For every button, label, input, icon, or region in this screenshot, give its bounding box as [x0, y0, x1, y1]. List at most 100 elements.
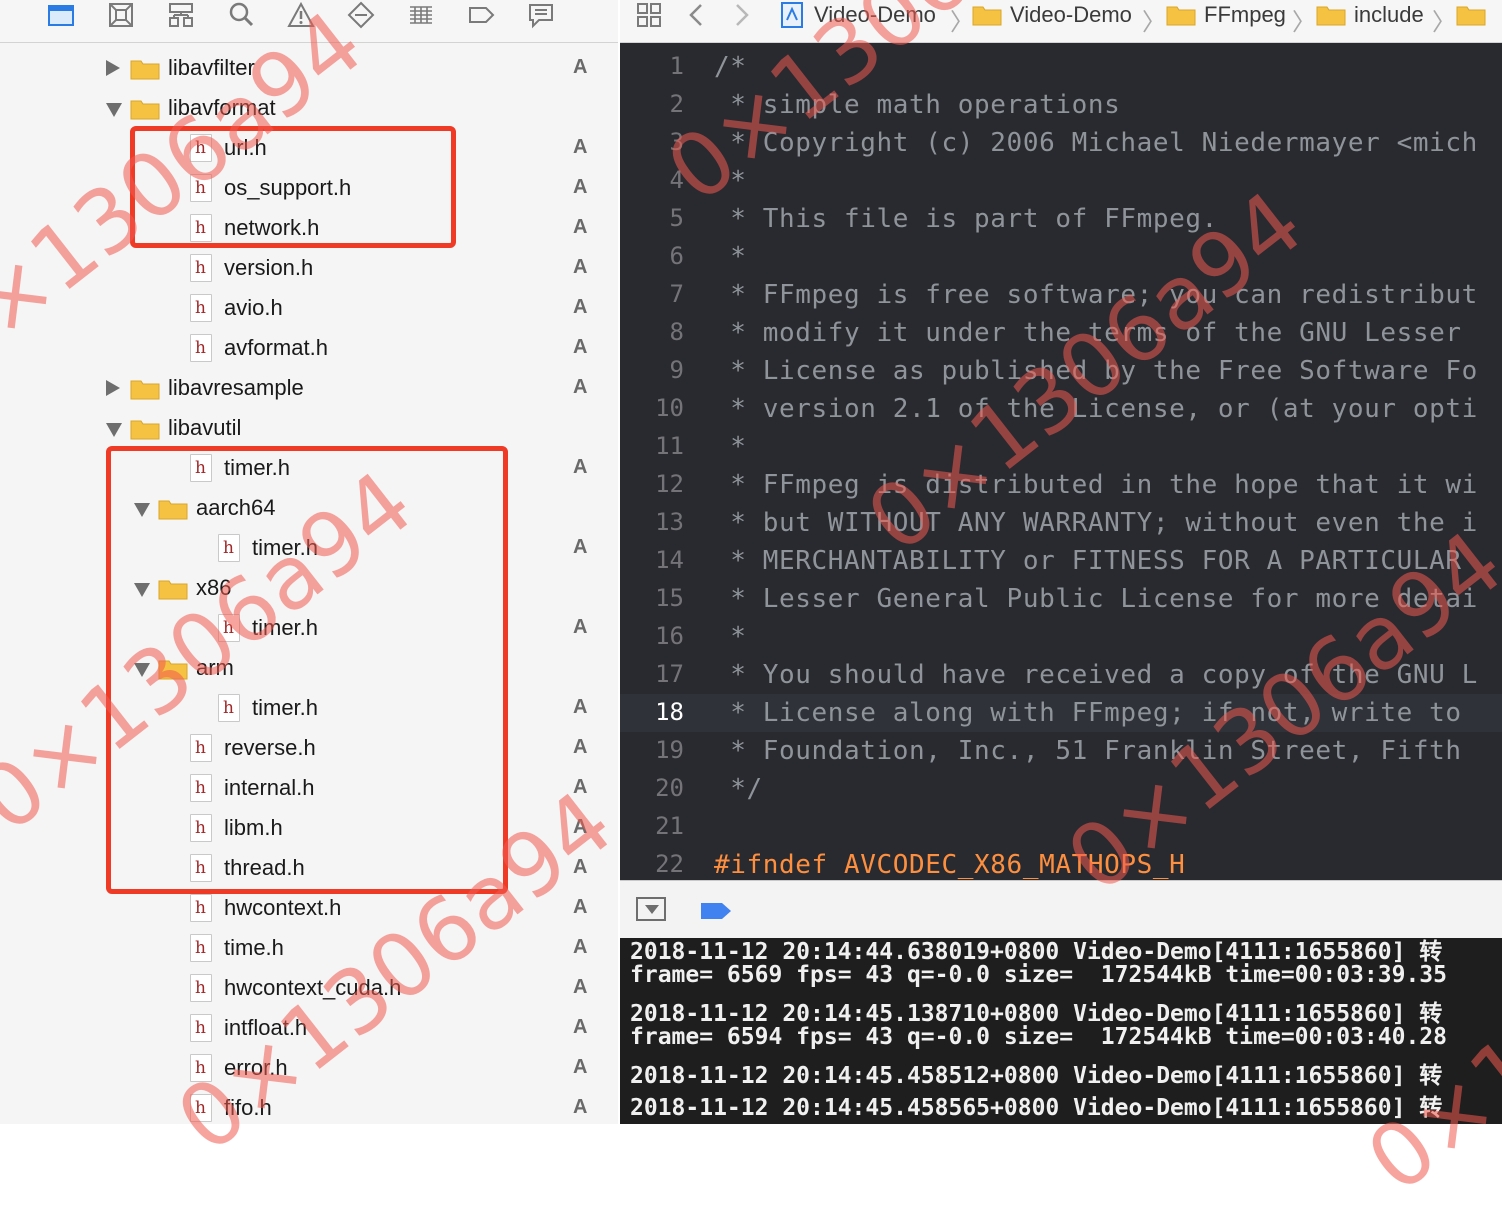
- file-icon-letter: h: [195, 938, 206, 958]
- code-line[interactable]: 11 *: [620, 428, 1502, 466]
- line-number: 20: [655, 774, 684, 802]
- code-line[interactable]: 19 * Foundation, Inc., 51 Franklin Stree…: [620, 732, 1502, 770]
- tree-file-row[interactable]: h hwcontext_cuda.h A: [0, 968, 618, 1008]
- line-number: 5: [669, 204, 684, 232]
- header-file-icon: h: [190, 1094, 212, 1122]
- code-line[interactable]: 1 /*: [620, 48, 1502, 86]
- source-control-icon[interactable]: [106, 0, 136, 30]
- folder-icon: [972, 6, 1002, 26]
- forward-arrow-icon[interactable]: [726, 0, 756, 30]
- tree-folder-row[interactable]: libavresample A: [0, 368, 618, 408]
- disclosure-closed-icon[interactable]: [106, 60, 120, 76]
- code-line[interactable]: 20 */: [620, 770, 1502, 808]
- breakpoint-toggle-icon[interactable]: [700, 901, 732, 921]
- scm-status-badge: A: [573, 936, 588, 958]
- tree-file-row[interactable]: h intfloat.h A: [0, 1008, 618, 1048]
- code-line[interactable]: 13 * but WITHOUT ANY WARRANTY; without e…: [620, 504, 1502, 542]
- code-line[interactable]: 5 * This file is part of FFmpeg.: [620, 200, 1502, 238]
- breadcrumb-folder[interactable]: Video-Demo: [972, 0, 1132, 30]
- file-icon-letter: h: [195, 1098, 206, 1118]
- comment-text: * You should have received a copy of the…: [714, 660, 1478, 690]
- code-line[interactable]: 6 *: [620, 238, 1502, 276]
- scm-status-badge: A: [573, 976, 588, 998]
- header-file-icon: h: [190, 254, 212, 282]
- scm-status-badge: A: [573, 1056, 588, 1078]
- tree-folder-row[interactable]: libavfilter A: [0, 48, 618, 88]
- code-line[interactable]: 8 * modify it under the terms of the GNU…: [620, 314, 1502, 352]
- chevron-right-icon: 〉: [1142, 9, 1166, 36]
- code-line[interactable]: 12 * FFmpeg is distributed in the hope t…: [620, 466, 1502, 504]
- code-line[interactable]: 14 * MERCHANTABILITY or FITNESS FOR A PA…: [620, 542, 1502, 580]
- tree-folder-row[interactable]: libavutil: [0, 408, 618, 448]
- breakpoint-icon[interactable]: [466, 0, 496, 30]
- folder-icon[interactable]: [46, 0, 76, 30]
- line-number: 14: [655, 546, 684, 574]
- code-line[interactable]: 22 #ifndef AVCODEC_X86_MATHOPS_H: [620, 846, 1502, 884]
- scm-status-badge: A: [573, 1016, 588, 1038]
- scm-status-badge: A: [573, 56, 588, 78]
- line-number: 21: [655, 812, 684, 840]
- tree-file-row[interactable]: h avformat.h A: [0, 328, 618, 368]
- tree-item-label: libavformat: [168, 95, 276, 120]
- file-icon-letter: h: [195, 1018, 206, 1038]
- hierarchy-icon[interactable]: [166, 0, 196, 30]
- scm-status-badge: A: [573, 216, 588, 238]
- line-number: 1: [669, 52, 684, 80]
- scm-status-badge: A: [573, 376, 588, 398]
- tree-file-row[interactable]: h version.h A: [0, 248, 618, 288]
- search-icon[interactable]: [226, 0, 256, 30]
- tree-file-row[interactable]: h avio.h A: [0, 288, 618, 328]
- warning-icon[interactable]: [286, 0, 316, 30]
- file-icon-letter: h: [195, 1058, 206, 1078]
- line-number: 18: [655, 698, 684, 726]
- breadcrumb-folder[interactable]: include: [1316, 0, 1424, 30]
- tree-file-row[interactable]: h error.h A: [0, 1048, 618, 1088]
- comment-text: * FFmpeg is distributed in the hope that…: [714, 470, 1478, 500]
- test-icon[interactable]: [346, 0, 376, 30]
- code-line[interactable]: 21: [620, 808, 1502, 846]
- report-icon[interactable]: [526, 0, 556, 30]
- line-number: 9: [669, 356, 684, 384]
- tree-file-row[interactable]: h fifo.h A: [0, 1088, 618, 1124]
- breadcrumb-project[interactable]: Video-Demo: [778, 0, 936, 30]
- tree-item-label: time.h: [224, 935, 284, 960]
- comment-text: * version 2.1 of the License, or (at you…: [714, 394, 1478, 424]
- grid-icon[interactable]: [634, 0, 664, 30]
- header-file-icon: h: [190, 974, 212, 1002]
- code-line[interactable]: 9 * License as published by the Free Sof…: [620, 352, 1502, 390]
- line-number: 3: [669, 128, 684, 156]
- disclosure-open-icon[interactable]: [106, 103, 122, 117]
- tree-file-row[interactable]: h time.h A: [0, 928, 618, 968]
- code-line[interactable]: 4 *: [620, 162, 1502, 200]
- header-file-icon: h: [190, 1054, 212, 1082]
- breadcrumb-folder[interactable]: FFmpeg: [1166, 0, 1286, 30]
- tree-file-row[interactable]: h hwcontext.h A: [0, 888, 618, 928]
- source-editor: Video-Demo 〉 Video-Demo 〉 FFmpeg 〉 inclu…: [620, 0, 1502, 1124]
- line-number: 16: [655, 622, 684, 650]
- console-output[interactable]: 2018-11-12 20:14:44.638019+0800 Video-De…: [620, 938, 1502, 1124]
- scm-status-badge: A: [573, 336, 588, 358]
- back-arrow-icon[interactable]: [682, 0, 712, 30]
- code-line[interactable]: 7 * FFmpeg is free software; you can red…: [620, 276, 1502, 314]
- tree-item-label: hwcontext.h: [224, 895, 342, 920]
- code-line[interactable]: 2 * simple math operations: [620, 86, 1502, 124]
- highlight-box: [106, 446, 508, 894]
- code-line[interactable]: 17 * You should have received a copy of …: [620, 656, 1502, 694]
- jump-bar: Video-Demo 〉 Video-Demo 〉 FFmpeg 〉 inclu…: [620, 0, 1502, 43]
- console-line: 2018-11-12 20:14:45.458512+0800 Video-De…: [630, 1063, 1443, 1089]
- debug-icon[interactable]: [406, 0, 436, 30]
- project-icon: [778, 0, 806, 30]
- hide-debug-area-icon[interactable]: [636, 897, 666, 921]
- code-line[interactable]: 3 * Copyright (c) 2006 Michael Niedermay…: [620, 124, 1502, 162]
- disclosure-closed-icon[interactable]: [106, 380, 120, 396]
- tree-folder-row[interactable]: libavformat: [0, 88, 618, 128]
- comment-text: * Foundation, Inc., 51 Franklin Street, …: [714, 736, 1462, 766]
- code-line[interactable]: 16 *: [620, 618, 1502, 656]
- disclosure-open-icon[interactable]: [106, 423, 122, 437]
- code-line[interactable]: 15 * Lesser General Public License for m…: [620, 580, 1502, 618]
- code-line[interactable]: 18 * License along with FFmpeg; if not, …: [620, 694, 1502, 732]
- folder-icon[interactable]: [1456, 4, 1486, 26]
- code-line[interactable]: 10 * version 2.1 of the License, or (at …: [620, 390, 1502, 428]
- scm-status-badge: A: [573, 456, 588, 478]
- line-number: 22: [655, 850, 684, 878]
